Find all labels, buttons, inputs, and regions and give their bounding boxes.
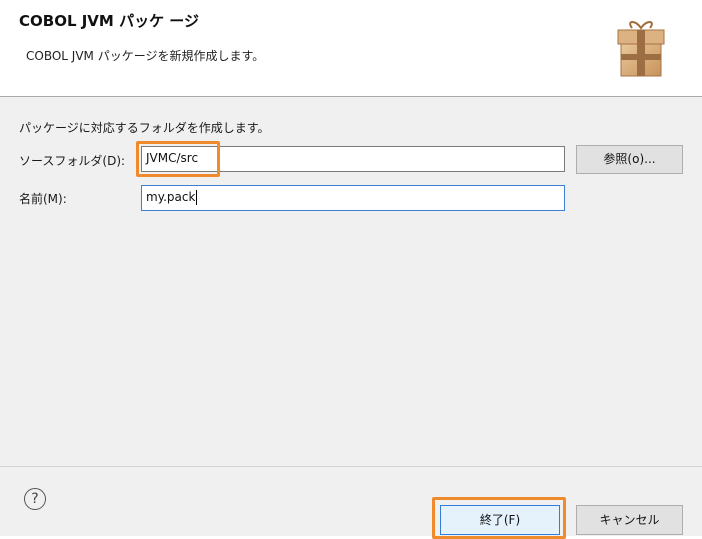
name-input[interactable]: my.pack [141, 185, 565, 211]
wizard-subtitle: COBOL JVM パッケージを新規作成します。 [26, 49, 265, 63]
source-folder-label: ソースフォルダ(D): [19, 154, 126, 168]
form-description: パッケージに対応するフォルダを作成します。 [19, 121, 270, 135]
finish-highlight [432, 497, 566, 539]
browse-button[interactable]: 参照(o)... [576, 145, 683, 174]
source-folder-highlight [136, 141, 220, 177]
name-label: 名前(M): [19, 192, 67, 206]
text-caret [196, 190, 198, 205]
cancel-button[interactable]: キャンセル [576, 505, 683, 535]
name-value: my.pack [146, 190, 196, 204]
help-icon[interactable]: ? [24, 488, 46, 510]
wizard-title: COBOL JVM パッケ ージ [19, 12, 199, 30]
wizard-header: COBOL JVM パッケ ージ COBOL JVM パッケージを新規作成します… [0, 0, 702, 96]
package-icon [617, 21, 665, 77]
